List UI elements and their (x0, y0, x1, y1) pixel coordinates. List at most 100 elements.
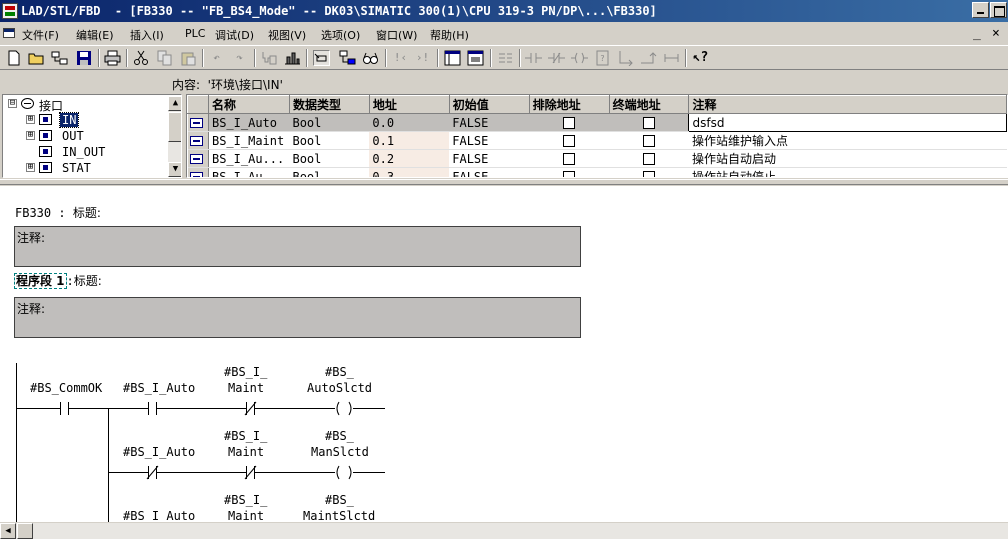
scroll-thumb[interactable] (168, 112, 181, 142)
menu-debug[interactable]: 调试(D) (215, 27, 254, 43)
menu-window[interactable]: 窗口(W) (376, 27, 417, 43)
terminal-address-checkbox[interactable] (642, 117, 655, 129)
new-icon[interactable] (5, 50, 22, 66)
jump-icon[interactable] (663, 50, 680, 66)
exclude-address-checkbox[interactable] (563, 135, 576, 147)
tree-node-in-out[interactable]: IN_OUT (6, 144, 166, 160)
cell-type[interactable]: Bool (289, 149, 370, 168)
cell-type[interactable]: Bool (289, 167, 370, 177)
interface-tree[interactable]: ⊟ 接口 ⊞ IN ⊞ OUT IN_OUT ⊞ STAT ▲ ▼ (2, 94, 182, 178)
column-header[interactable]: 初始值 (448, 95, 530, 114)
monitor-icon[interactable] (284, 50, 301, 66)
network-comment-box[interactable]: 注释: (14, 297, 581, 338)
exclude-address-checkbox[interactable] (563, 171, 576, 177)
column-header[interactable]: 注释 (688, 95, 1007, 114)
contact-label[interactable]: #BS_I_ (224, 429, 268, 443)
menu-view[interactable]: 视图(V) (268, 27, 306, 43)
cell-name[interactable]: BS_I_Au... (208, 149, 290, 168)
expand-icon[interactable]: ⊞ (26, 115, 35, 124)
tags-icon[interactable] (497, 50, 514, 66)
contact-label[interactable]: #BS_I_Auto (123, 381, 195, 395)
column-header[interactable]: 终端地址 (608, 95, 690, 114)
scroll-up-icon[interactable]: ▲ (168, 96, 181, 111)
table-row[interactable]: BS_I_Au... Bool 0.3 FALSE 操作站自动停止 (187, 167, 1007, 177)
coil-label[interactable]: MaintSlctd (303, 509, 375, 522)
coil-label[interactable]: #BS_ (325, 429, 355, 443)
block-comment-box[interactable]: 注释: (14, 226, 581, 267)
open-icon[interactable] (28, 50, 45, 66)
block-title[interactable]: FB330 : 标题: (15, 204, 101, 221)
print-icon[interactable] (104, 50, 121, 66)
document-minimize-button[interactable]: _ (973, 26, 981, 41)
contact-no-icon[interactable] (525, 50, 542, 66)
zoom-icon[interactable] (313, 50, 330, 66)
ladder-editor[interactable]: FB330 : 标题: 注释: 程序段 1:标题: 注释: #BS_CommO… (0, 186, 1008, 522)
minimize-button[interactable] (972, 2, 989, 18)
overview-icon[interactable] (467, 50, 484, 66)
pane-splitter[interactable] (0, 179, 1008, 185)
branch-down-icon[interactable] (617, 50, 634, 67)
cell-type[interactable]: Bool (289, 131, 370, 150)
branch-open-icon[interactable]: !‹ (392, 50, 409, 66)
cell-name[interactable]: BS_I_Auto (208, 113, 290, 132)
document-close-button[interactable]: × (992, 26, 1000, 41)
coil-label[interactable]: AutoSlctd (307, 381, 372, 395)
contact-label[interactable]: Maint (228, 445, 264, 459)
cell-comment[interactable]: 操作站自动停止 (688, 167, 1007, 177)
column-header[interactable]: 数据类型 (288, 95, 370, 114)
cell-initial[interactable]: FALSE (449, 131, 530, 150)
exclude-address-checkbox[interactable] (563, 153, 576, 165)
tree-node-interface[interactable]: ⊟ 接口 (6, 96, 166, 113)
maximize-button[interactable] (990, 2, 1007, 18)
scroll-left-icon[interactable]: ◀ (0, 523, 16, 539)
column-header[interactable]: 排除地址 (528, 95, 610, 114)
table-row[interactable]: BS_I_Auto Bool 0.0 FALSE dsfsd (187, 113, 1007, 132)
column-header[interactable]: 地址 (368, 95, 450, 114)
column-header[interactable]: 名称 (207, 95, 290, 114)
network-icon[interactable] (339, 50, 356, 66)
tree-vertical-scrollbar[interactable]: ▲ ▼ (168, 96, 181, 177)
table-row[interactable]: BS_I_Maint Bool 0.1 FALSE 操作站维护输入点 (187, 131, 1007, 150)
menu-options[interactable]: 选项(O) (321, 27, 360, 43)
scroll-down-icon[interactable]: ▼ (168, 162, 181, 177)
menu-insert[interactable]: 插入(I) (130, 27, 164, 43)
coil-label[interactable]: #BS_ (325, 493, 355, 507)
terminal-address-checkbox[interactable] (643, 171, 656, 177)
scroll-thumb[interactable] (17, 523, 33, 539)
coil-icon[interactable] (571, 50, 588, 66)
contact-label[interactable]: Maint (228, 381, 264, 395)
terminal-address-checkbox[interactable] (643, 153, 656, 165)
coil-label[interactable]: ManSlctd (311, 445, 369, 459)
cell-type[interactable]: Bool (289, 113, 370, 132)
menu-plc[interactable]: PLC (185, 27, 205, 40)
window-icon[interactable] (444, 50, 461, 66)
network-label[interactable]: 程序段 1 (14, 273, 67, 289)
collapse-icon[interactable]: ⊟ (8, 99, 17, 108)
cell-comment[interactable]: dsfsd (688, 113, 1007, 132)
redo-icon[interactable]: ↷ (231, 50, 248, 66)
contact-label[interactable]: #BS_I_ (224, 365, 268, 379)
cell-name[interactable]: BS_I_Au... (208, 167, 290, 177)
paste-icon[interactable] (179, 50, 196, 66)
network-title-row[interactable]: 程序段 1:标题: (14, 272, 102, 289)
contact-label[interactable]: Maint (228, 509, 264, 522)
box-icon[interactable]: ? (594, 50, 611, 66)
copy-icon[interactable] (156, 50, 173, 66)
cell-comment[interactable]: 操作站自动启动 (688, 149, 1007, 168)
menu-file[interactable]: 文件(F) (22, 27, 59, 43)
table-row[interactable]: BS_I_Au... Bool 0.2 FALSE 操作站自动启动 (187, 149, 1007, 168)
download-icon[interactable] (260, 50, 277, 66)
contact-label[interactable]: #BS_I_Auto (123, 509, 195, 522)
menu-edit[interactable]: 编辑(E) (76, 27, 114, 43)
expand-icon[interactable]: ⊞ (26, 163, 35, 172)
declaration-table-pane[interactable]: 名称 数据类型 地址 初始值 排除地址 终端地址 注释 BS_I_Auto Bo… (186, 94, 1008, 178)
contact-label[interactable]: #BS_I_Auto (123, 445, 195, 459)
tree-node-in[interactable]: ⊞ IN (6, 112, 166, 128)
menu-help[interactable]: 帮助(H) (430, 27, 469, 43)
coil-label[interactable]: #BS_ (325, 365, 355, 379)
accessible-nodes-icon[interactable] (51, 50, 68, 66)
tree-node-stat[interactable]: ⊞ STAT (6, 160, 166, 176)
cut-icon[interactable] (132, 50, 149, 66)
cell-comment[interactable]: 操作站维护输入点 (688, 131, 1007, 150)
contact-nc-icon[interactable] (548, 50, 565, 66)
